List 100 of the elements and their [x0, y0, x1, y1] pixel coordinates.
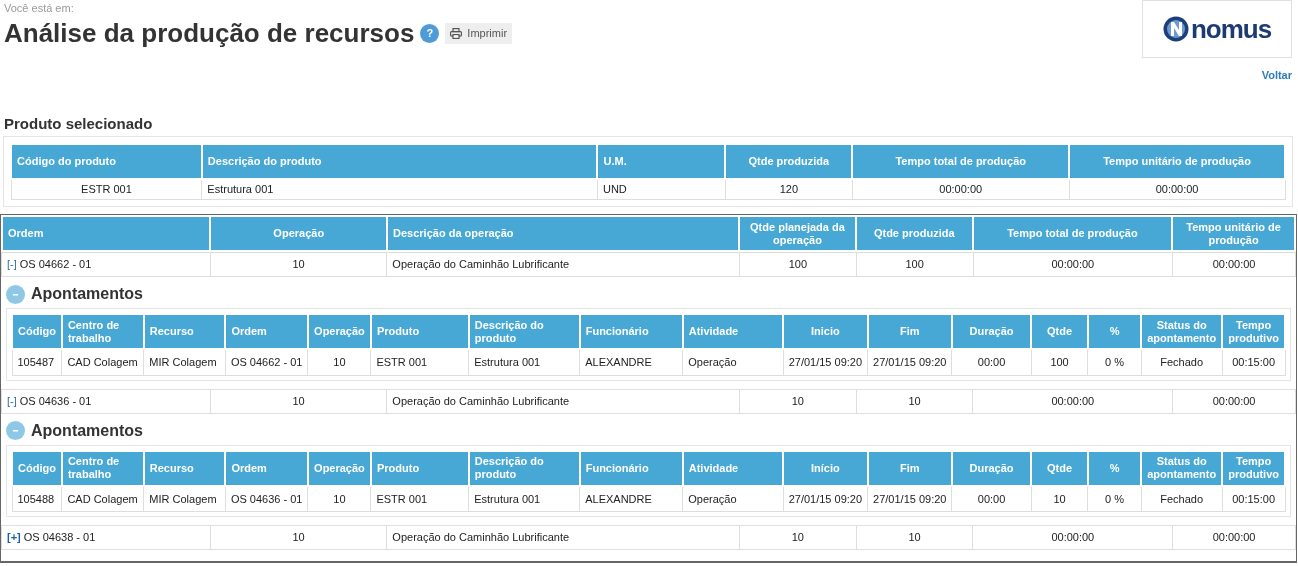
table-cell: 100 — [739, 252, 857, 277]
back-link[interactable]: Voltar — [1261, 67, 1292, 84]
column-header: Funcionário — [579, 450, 683, 486]
table-cell: 27/01/15 09:20 — [867, 485, 952, 512]
column-header: Descrição do produto — [468, 450, 580, 486]
column-header: Código — [12, 314, 62, 349]
table-cell: 27/01/15 09:20 — [783, 349, 868, 375]
breadcrumb-label: Você está em: — [4, 2, 75, 15]
column-header: Centro de trabalho — [61, 450, 144, 486]
table-cell: ESTR 001 — [11, 178, 202, 200]
table-cell: 10 — [307, 349, 371, 375]
table-cell: ALEXANDRE — [579, 349, 683, 375]
table-cell: Estrutura 001 — [201, 178, 598, 200]
column-header: Tempo total de produção — [852, 143, 1070, 179]
expand-toggle[interactable]: [+] — [7, 529, 21, 546]
table-cell: 00:00:00 — [1172, 389, 1296, 413]
column-header: Fim — [867, 314, 952, 349]
column-header: Qtde planejada da operação — [739, 216, 856, 251]
column-header: % — [1087, 450, 1142, 486]
help-icon[interactable]: ? — [420, 23, 440, 43]
collapse-icon[interactable] — [6, 284, 25, 304]
column-header: Duração — [951, 314, 1032, 349]
table-cell: 10 — [856, 389, 973, 413]
column-header: Descrição da operação — [387, 216, 740, 251]
section-title: Apontamentos — [31, 284, 143, 304]
column-header: Qtde produzida — [725, 143, 853, 179]
column-header: Tempo total de produção — [972, 216, 1173, 251]
table-cell: Operação do Caminhão Lubrificante — [386, 389, 740, 413]
table-cell: 00:15:00 — [1222, 349, 1285, 375]
table-cell: 10 — [739, 389, 857, 413]
table-cell: 00:00 — [951, 485, 1032, 512]
column-header: Código — [12, 450, 62, 486]
table-cell: 100 — [1031, 349, 1088, 375]
page-title: Análise da produção de recursos — [4, 17, 415, 49]
column-header: Produto — [370, 450, 469, 486]
column-header: Funcionário — [579, 314, 683, 349]
column-header: Centro de trabalho — [61, 314, 144, 349]
column-header: Tempo produtivo — [1222, 450, 1285, 486]
table-cell: 27/01/15 09:20 — [783, 485, 868, 512]
table-cell: MIR Colagem — [143, 349, 226, 375]
table-cell: MIR Colagem — [143, 485, 226, 512]
table-cell: Estrutura 001 — [468, 349, 580, 375]
print-button[interactable]: Imprimir — [445, 22, 513, 44]
table-cell: ALEXANDRE — [579, 485, 683, 512]
table-cell: OS 04662 - 01 — [225, 349, 308, 375]
column-header: Tempo unitário de produção — [1172, 216, 1295, 251]
table-cell: 00:00 — [951, 349, 1032, 375]
table-cell: ESTR 001 — [370, 485, 469, 512]
column-header: Qtde — [1031, 314, 1088, 349]
table-cell: UND — [597, 178, 726, 200]
column-header: Código do produto — [11, 143, 202, 179]
table-cell: 00:00:00 — [973, 252, 1173, 277]
table-cell: Fechado — [1141, 349, 1223, 375]
column-header: Status do apontamento — [1141, 450, 1223, 486]
table-cell: Operação do Caminhão Lubrificante — [386, 252, 740, 277]
printer-icon — [450, 27, 463, 39]
expand-toggle[interactable]: [-] — [7, 392, 17, 410]
table-cell: OS 04636 - 01 — [225, 485, 308, 512]
column-header: Ordem — [225, 450, 308, 486]
table-cell: 00:00:00 — [1069, 178, 1285, 200]
logo-icon — [1162, 16, 1189, 42]
section-title: Produto selecionado — [3, 114, 154, 133]
table-cell: Estrutura 001 — [468, 485, 580, 512]
table-cell: Operação — [682, 485, 784, 512]
column-header: Produto — [370, 314, 469, 349]
table-cell: 00:00:00 — [852, 178, 1070, 200]
column-header: % — [1087, 314, 1142, 349]
collapse-icon[interactable] — [6, 421, 25, 440]
table-cell: 00:00:00 — [1172, 252, 1296, 277]
column-header: Tempo unitário de produção — [1069, 143, 1285, 179]
logo: nomus — [1142, 0, 1292, 58]
column-header: Descrição do produto — [468, 314, 580, 349]
order-number: OS 04638 - 01 — [23, 530, 96, 546]
column-header: Início — [783, 450, 868, 486]
table-cell: 10 — [307, 485, 371, 512]
column-header: Duração — [951, 450, 1032, 486]
table-cell: 10 — [210, 525, 387, 550]
table-cell: 105487 — [12, 349, 62, 375]
column-header: Status do apontamento — [1141, 314, 1223, 349]
table-cell: Operação do Caminhão Lubrificante — [386, 525, 740, 550]
table-cell: 00:15:00 — [1222, 485, 1285, 512]
table-cell: 00:00:00 — [972, 389, 1173, 413]
table-cell: 10 — [210, 389, 387, 413]
column-header: Recurso — [143, 450, 226, 486]
column-header: Descrição do produto — [201, 143, 598, 179]
table-cell: 10 — [210, 252, 387, 277]
column-header: Ordem — [2, 216, 211, 251]
column-header: Operação — [307, 450, 371, 486]
expand-toggle[interactable]: [-] — [7, 256, 17, 273]
table-cell: 10 — [1031, 485, 1088, 512]
column-header: Atividade — [682, 314, 784, 349]
section-title: Apontamentos — [31, 420, 143, 441]
table-cell: CAD Colagem — [61, 485, 144, 512]
table-cell: 00:00:00 — [1172, 525, 1296, 550]
table-cell: Operação — [682, 349, 784, 375]
column-header: Qtde — [1031, 450, 1088, 486]
table-cell: 00:00:00 — [973, 525, 1173, 550]
column-header: Inicio — [783, 314, 868, 349]
column-header: Qtde produzida — [855, 216, 973, 251]
table-cell: 27/01/15 09:20 — [867, 349, 952, 375]
